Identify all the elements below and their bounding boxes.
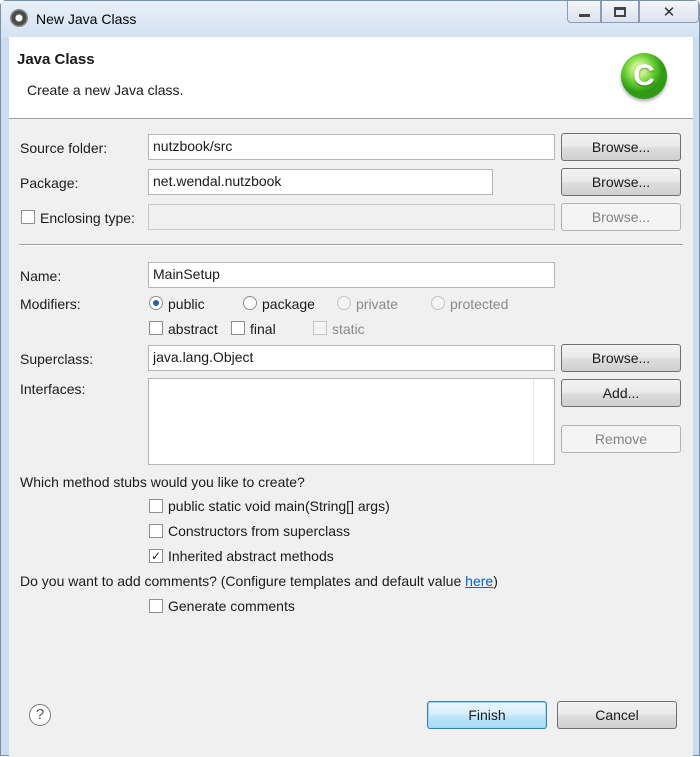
modifier-private-radio[interactable] xyxy=(337,296,351,310)
modifier-private-label: private xyxy=(356,296,399,312)
modifiers-label: Modifiers: xyxy=(20,296,81,312)
window-title: New Java Class xyxy=(36,11,137,27)
superclass-browse-button[interactable]: Browse... xyxy=(561,344,681,372)
stub-main-checkbox[interactable] xyxy=(149,499,163,513)
comments-question: Do you want to add comments? (Configure … xyxy=(20,573,498,589)
stub-constructors-checkbox[interactable] xyxy=(149,524,163,538)
eclipse-app-icon xyxy=(10,9,28,27)
title-bar: New Java Class ✕ xyxy=(1,1,699,37)
minimize-button[interactable] xyxy=(567,1,601,23)
generate-comments-checkbox[interactable] xyxy=(149,599,163,613)
method-stubs-question: Which method stubs would you like to cre… xyxy=(20,474,305,490)
maximize-icon xyxy=(614,6,626,17)
wizard-header: Java Class Create a new Java class. C xyxy=(9,37,693,119)
enclosing-type-checkbox[interactable] xyxy=(21,210,35,224)
enclosing-type-browse-button[interactable]: Browse... xyxy=(561,203,681,231)
stub-inherited-abstract-checkbox[interactable]: ✓ xyxy=(149,549,163,563)
comments-question-text: Do you want to add comments? (Configure … xyxy=(20,573,466,589)
new-java-class-window: New Java Class ✕ Java Class Create a new… xyxy=(0,0,700,757)
modifier-public-radio[interactable] xyxy=(149,296,163,310)
java-class-icon: C xyxy=(621,53,667,99)
modifier-package-radio[interactable] xyxy=(243,296,257,310)
enclosing-type-label: Enclosing type: xyxy=(40,210,135,226)
enclosing-type-input[interactable] xyxy=(148,204,555,230)
modifier-static-label: static xyxy=(332,321,365,337)
modifier-final-checkbox[interactable] xyxy=(231,321,245,335)
interfaces-list[interactable] xyxy=(148,378,555,465)
package-browse-button[interactable]: Browse... xyxy=(561,168,681,196)
interfaces-add-button[interactable]: Add... xyxy=(561,379,681,407)
minimize-icon xyxy=(578,14,590,17)
checkmark-icon: ✓ xyxy=(150,549,162,563)
stub-constructors-label: Constructors from superclass xyxy=(168,523,351,539)
superclass-label: Superclass: xyxy=(20,351,94,367)
close-icon: ✕ xyxy=(662,3,676,21)
package-label: Package: xyxy=(20,175,79,191)
cancel-button[interactable]: Cancel xyxy=(557,701,677,729)
maximize-button[interactable] xyxy=(601,1,639,23)
generate-comments-label: Generate comments xyxy=(168,598,295,614)
modifier-abstract-label: abstract xyxy=(168,321,218,337)
modifier-abstract-checkbox[interactable] xyxy=(149,321,163,335)
window-controls: ✕ xyxy=(567,1,699,23)
name-input[interactable]: MainSetup xyxy=(148,262,555,288)
source-folder-label: Source folder: xyxy=(20,140,108,156)
interfaces-label: Interfaces: xyxy=(20,381,86,397)
modifier-package-label: package xyxy=(262,296,315,312)
source-folder-input[interactable]: nutzbook/src xyxy=(148,134,555,160)
help-icon[interactable]: ? xyxy=(29,704,51,726)
package-input[interactable]: net.wendal.nutzbook xyxy=(148,169,493,195)
interfaces-remove-button[interactable]: Remove xyxy=(561,425,681,453)
header-title: Java Class xyxy=(17,51,95,68)
close-button[interactable]: ✕ xyxy=(639,1,699,23)
modifier-public-label: public xyxy=(168,296,205,312)
comments-question-suffix: ) xyxy=(493,573,498,589)
dialog-body: Java Class Create a new Java class. C So… xyxy=(9,37,693,757)
configure-templates-link[interactable]: here xyxy=(465,573,493,589)
stub-inherited-abstract-label: Inherited abstract methods xyxy=(168,548,334,564)
separator xyxy=(19,244,683,246)
interfaces-list-scroll-divider xyxy=(533,379,534,464)
stub-main-label: public static void main(String[] args) xyxy=(168,498,390,514)
superclass-input[interactable]: java.lang.Object xyxy=(148,345,555,371)
modifier-protected-radio[interactable] xyxy=(431,296,445,310)
header-subtitle: Create a new Java class. xyxy=(27,82,184,98)
source-folder-browse-button[interactable]: Browse... xyxy=(561,133,681,161)
finish-button[interactable]: Finish xyxy=(427,701,547,729)
modifier-static-checkbox[interactable] xyxy=(313,321,327,335)
modifier-protected-label: protected xyxy=(450,296,509,312)
name-label: Name: xyxy=(20,268,62,284)
modifier-final-label: final xyxy=(250,321,276,337)
